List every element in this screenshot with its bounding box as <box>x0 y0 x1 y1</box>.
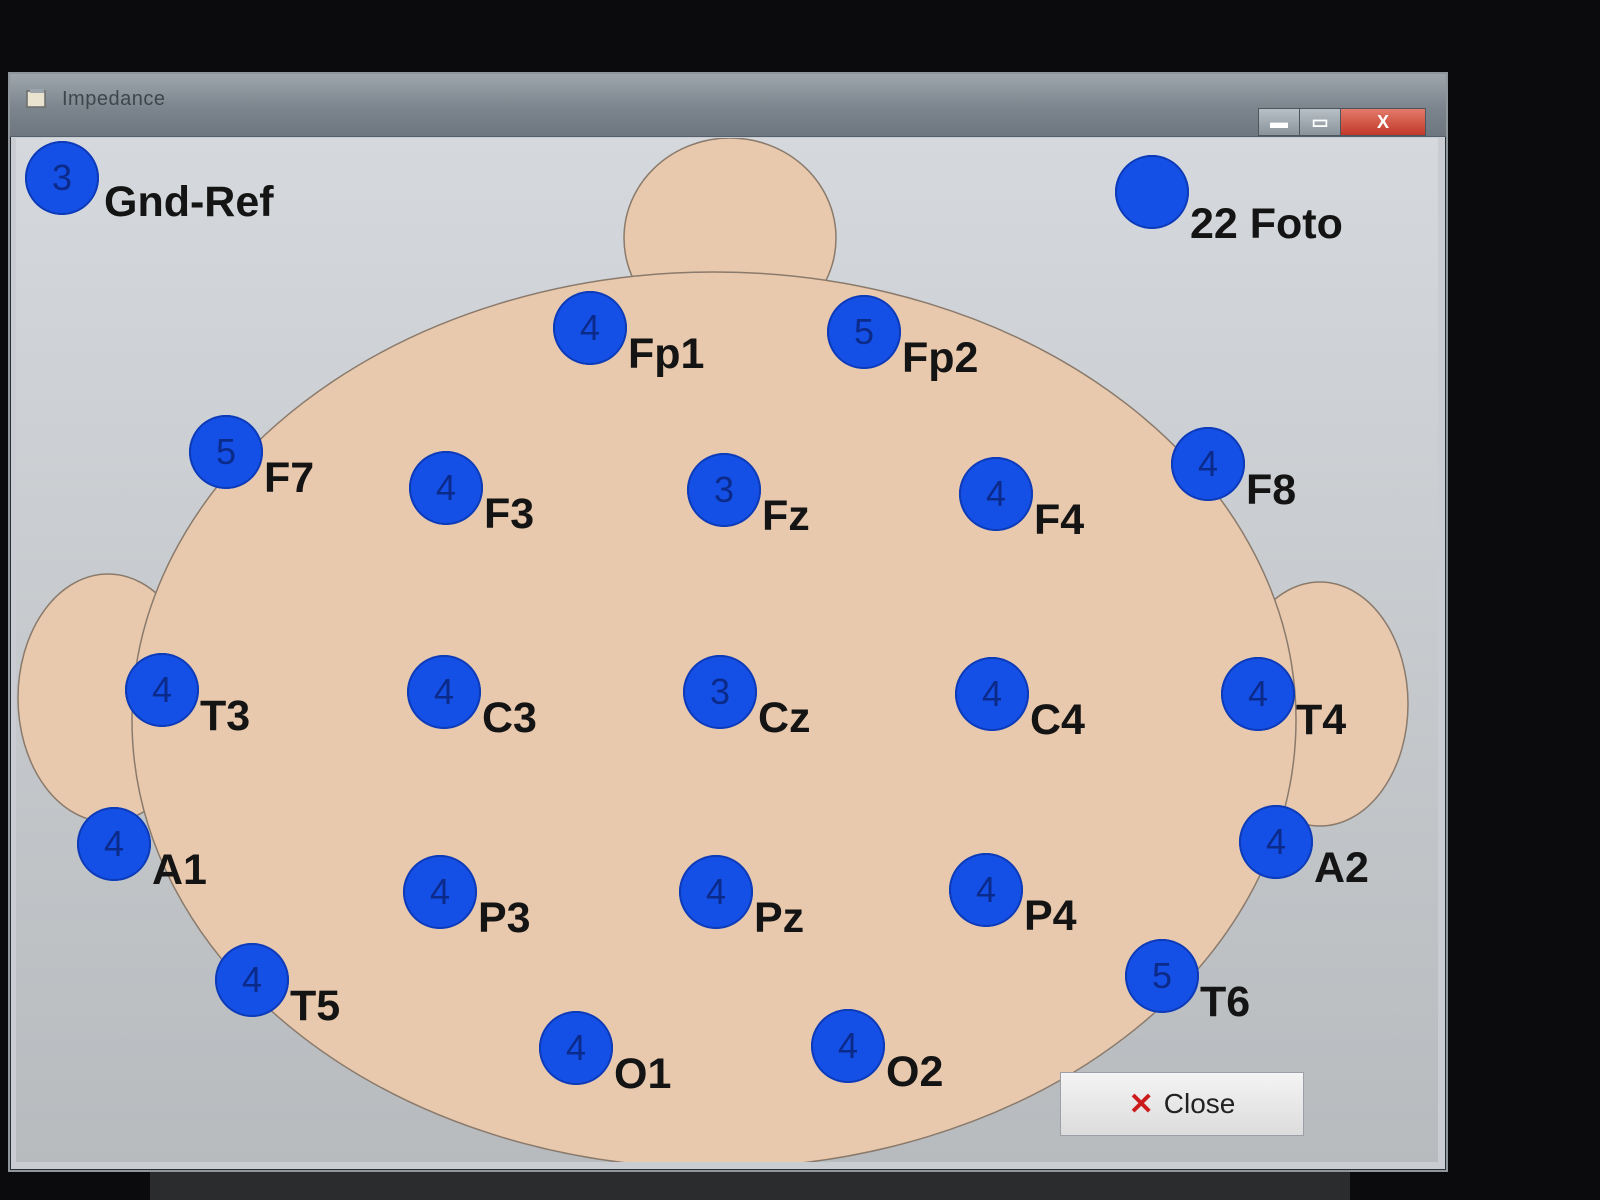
electrode-f8[interactable]: 4 <box>1171 427 1245 501</box>
close-button-label: Close <box>1163 1088 1236 1119</box>
electrode-o1[interactable]: 4 <box>539 1011 613 1085</box>
minimize-button[interactable]: ▬ <box>1258 108 1300 136</box>
electrode-label-p3: P3 <box>478 894 531 942</box>
gnd-ref-label: Gnd-Ref <box>104 178 274 226</box>
electrode-pz[interactable]: 4 <box>679 855 753 929</box>
impedance-map: 3 Gnd-Ref 22 Foto 4 Fp1 5 Fp2 5 F7 4 F3 3 Fz 4 F4 4 F… <box>16 138 1438 1162</box>
electrode-a1[interactable]: 4 <box>77 807 151 881</box>
electrode-label-f3: F3 <box>484 490 535 538</box>
window-title: Impedance <box>62 88 166 110</box>
electrode-label-t5: T5 <box>290 982 341 1030</box>
electrode-a2[interactable]: 4 <box>1239 805 1313 879</box>
foto-label: 22 Foto <box>1190 200 1343 248</box>
electrode-cz[interactable]: 3 <box>683 655 757 729</box>
electrode-label-cz: Cz <box>758 694 811 742</box>
electrode-label-t4: T4 <box>1296 696 1347 744</box>
electrode-label-c3: C3 <box>482 694 537 742</box>
electrode-f3[interactable]: 4 <box>409 451 483 525</box>
electrode-label-o1: O1 <box>614 1050 672 1098</box>
electrode-label-a2: A2 <box>1314 844 1369 892</box>
electrode-label-f7: F7 <box>264 454 315 502</box>
electrode-label-fp1: Fp1 <box>628 330 705 378</box>
electrode-label-t3: T3 <box>200 692 251 740</box>
electrode-o2[interactable]: 4 <box>811 1009 885 1083</box>
electrode-label-fp2: Fp2 <box>902 334 979 382</box>
electrode-t4[interactable]: 4 <box>1221 657 1295 731</box>
electrode-fp1[interactable]: 4 <box>553 291 627 365</box>
window-close-button[interactable]: X <box>1340 108 1426 136</box>
electrode-label-f8: F8 <box>1246 466 1297 514</box>
x-icon: ✕ <box>1128 1087 1154 1121</box>
electrode-fp2[interactable]: 5 <box>827 295 901 369</box>
electrode-label-a1: A1 <box>152 846 207 894</box>
close-button[interactable]: ✕ Close <box>1060 1072 1304 1136</box>
electrode-t3[interactable]: 4 <box>125 653 199 727</box>
impedance-window: Impedance ▬ ▭ X 3 Gnd-Ref 22 Foto 4 Fp1 5 F… <box>8 72 1448 1172</box>
electrode-label-c4: C4 <box>1030 696 1085 744</box>
monitor-stand <box>150 1172 1350 1200</box>
electrode-label-o2: O2 <box>886 1048 944 1096</box>
electrode-label-t6: T6 <box>1200 978 1251 1026</box>
electrode-p3[interactable]: 4 <box>403 855 477 929</box>
electrode-t6[interactable]: 5 <box>1125 939 1199 1013</box>
electrode-c4[interactable]: 4 <box>955 657 1029 731</box>
electrode-label-pz: Pz <box>754 894 805 942</box>
electrode-label-fz: Fz <box>762 492 810 540</box>
app-icon <box>26 89 46 108</box>
electrode-f7[interactable]: 5 <box>189 415 263 489</box>
foto-electrode[interactable] <box>1115 155 1189 229</box>
electrode-label-f4: F4 <box>1034 496 1085 544</box>
electrode-c3[interactable]: 4 <box>407 655 481 729</box>
electrode-label-p4: P4 <box>1024 892 1077 940</box>
gnd-ref-electrode[interactable]: 3 <box>25 141 99 215</box>
electrode-fz[interactable]: 3 <box>687 453 761 527</box>
title-bar[interactable]: Impedance ▬ ▭ X <box>10 74 1446 137</box>
electrode-f4[interactable]: 4 <box>959 457 1033 531</box>
electrode-t5[interactable]: 4 <box>215 943 289 1017</box>
maximize-button[interactable]: ▭ <box>1299 108 1341 136</box>
electrode-p4[interactable]: 4 <box>949 853 1023 927</box>
